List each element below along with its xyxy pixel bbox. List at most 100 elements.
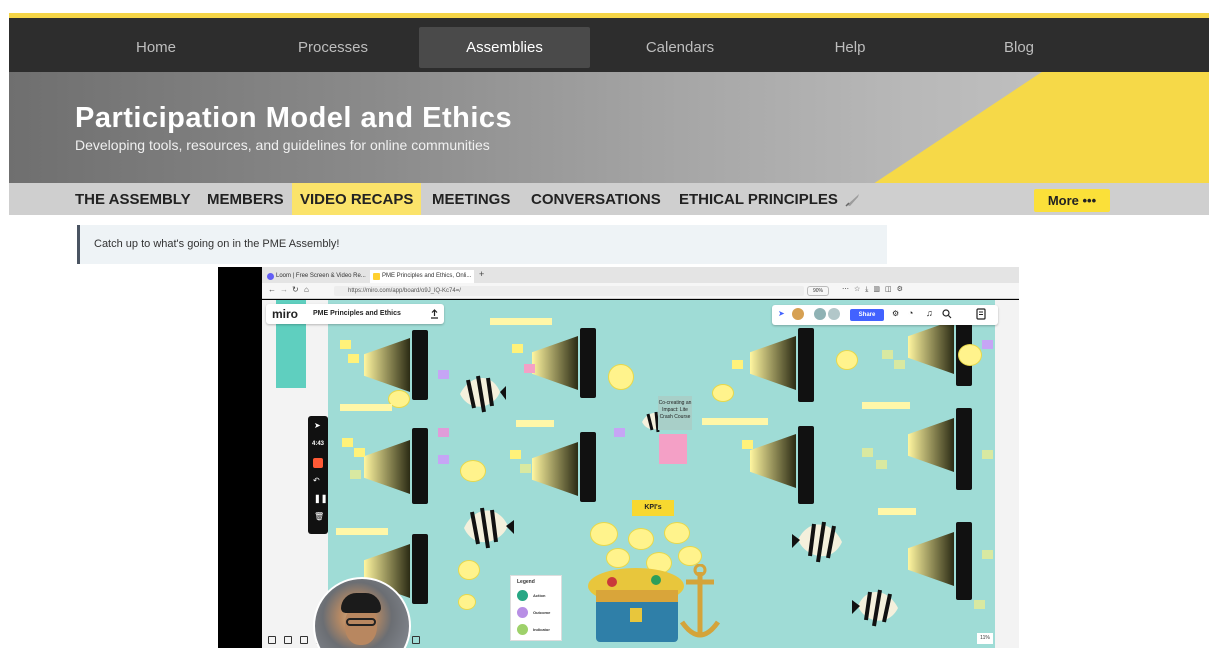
angelfish-illustration <box>464 507 514 549</box>
board-label <box>516 420 554 427</box>
page-subtitle: Developing tools, resources, and guideli… <box>75 137 490 153</box>
back-icon[interactable]: ← <box>268 285 276 294</box>
nav-calendars[interactable]: Calendars <box>629 27 731 68</box>
tab-ethical-principles[interactable]: ETHICAL PRINCIPLES <box>671 183 869 215</box>
board-label <box>340 404 392 411</box>
url-input[interactable]: https://miro.com/app/board/o9J_lQ-Kc74=/ <box>334 286 804 296</box>
trash-icon[interactable]: 🗑 <box>314 512 324 521</box>
tab-ethical-principles-label: ETHICAL PRINCIPLES <box>679 191 838 208</box>
impact-funnel <box>532 336 578 390</box>
legend-dot-indicator <box>517 624 528 635</box>
board-right-panel <box>995 300 1019 648</box>
reload-icon[interactable]: ↻ <box>292 285 299 294</box>
tab-meetings[interactable]: MEETINGS <box>424 183 518 215</box>
sticky-note <box>510 450 521 459</box>
presenter-hair <box>341 593 381 613</box>
chat-tool-icon[interactable] <box>300 636 308 644</box>
sticky-note <box>982 340 993 349</box>
cursor-icon[interactable]: ➤ <box>778 309 785 318</box>
undo-icon[interactable]: ↶ <box>313 476 320 485</box>
miro-collab-toolbar: ➤ Share ⚙ ◔ ♫ <box>772 305 998 325</box>
legend-title: Legend <box>517 579 535 585</box>
settings-icon[interactable]: ⚙ <box>892 309 899 318</box>
page-title: Participation Model and Ethics <box>75 102 513 134</box>
miro-board[interactable]: KPI's Co-creating an Impact: Lite Crash … <box>262 300 1019 648</box>
video-recap-player[interactable]: Loom | Free Screen & Video Re... PME Pri… <box>218 267 1019 648</box>
comment-tool-icon[interactable] <box>284 636 292 644</box>
new-tab-icon[interactable]: + <box>479 269 484 279</box>
treasure-chest-illustration <box>588 564 721 642</box>
impact-funnel <box>908 532 954 586</box>
nav-processes[interactable]: Processes <box>275 27 391 68</box>
sticky-note <box>340 340 351 349</box>
board-label <box>862 402 910 409</box>
impact-column <box>798 328 814 402</box>
avatar[interactable] <box>792 308 804 320</box>
nav-assemblies[interactable]: Assemblies <box>419 27 590 68</box>
browser-tab-loom[interactable]: Loom | Free Screen & Video Re... <box>264 270 368 283</box>
bell-icon[interactable]: ♫ <box>926 308 933 318</box>
pause-icon[interactable]: ❚❚ <box>314 494 327 503</box>
browser-tab-miro[interactable]: PME Principles and Ethics, Onli... <box>370 270 474 283</box>
browser-tab-strip: Loom | Free Screen & Video Re... PME Pri… <box>262 267 1019 283</box>
stop-recording-button[interactable] <box>313 458 323 468</box>
share-button[interactable]: Share <box>850 309 884 321</box>
impact-column <box>412 428 428 504</box>
legend-dot-outcome <box>517 607 528 618</box>
more-button[interactable]: More ••• <box>1034 189 1110 212</box>
nav-home[interactable]: Home <box>105 27 207 68</box>
browser-tab-label: Loom | Free Screen & Video Re... <box>276 273 366 279</box>
tab-the-assembly[interactable]: THE ASSEMBLY <box>67 183 199 215</box>
impact-funnel <box>750 336 796 390</box>
indicator-bubble <box>664 522 690 544</box>
miro-logo[interactable]: miro <box>272 307 298 321</box>
board-legend: Legend Action Outcome Indicator <box>510 575 562 641</box>
search-icon[interactable] <box>942 309 952 319</box>
nav-help[interactable]: Help <box>799 27 901 68</box>
sticky-note <box>974 600 985 609</box>
notes-icon[interactable] <box>976 308 986 320</box>
impact-column <box>956 408 972 490</box>
impact-funnel <box>364 440 410 494</box>
sticky-note <box>659 434 687 464</box>
sticky-note <box>524 364 535 373</box>
board-label <box>878 508 916 515</box>
notification-icon[interactable]: ◔ <box>908 308 913 318</box>
impact-funnel <box>908 320 954 374</box>
angelfish-illustration <box>460 375 506 413</box>
avatar[interactable] <box>814 308 826 320</box>
forward-icon[interactable]: → <box>280 285 288 294</box>
sticky-note <box>732 360 743 369</box>
home-icon[interactable]: ⌂ <box>304 285 309 294</box>
sticky-note <box>512 344 523 353</box>
frame-tool-icon[interactable] <box>268 636 276 644</box>
board-zoom-level[interactable]: 11% <box>977 633 993 644</box>
indicator-bubble <box>590 522 618 546</box>
sticky-note <box>348 354 359 363</box>
indicator-bubble <box>458 594 476 610</box>
impact-funnel <box>532 442 578 496</box>
indicator-bubble <box>836 350 858 370</box>
nav-blog[interactable]: Blog <box>968 27 1070 68</box>
avatar[interactable] <box>828 308 840 320</box>
browser-tab-label: PME Principles and Ethics, Onli... <box>382 273 472 279</box>
legend-label: Outcome <box>533 610 551 615</box>
tab-video-recaps[interactable]: VIDEO RECAPS <box>292 183 422 215</box>
vote-tool-icon[interactable] <box>412 636 420 644</box>
angelfish-illustration <box>792 521 842 563</box>
loom-icon <box>267 273 274 280</box>
browser-toolbar-icons: ⋯☆⤓▥◫⚙ <box>842 286 908 293</box>
kpi-label: KPI's <box>632 500 674 516</box>
tab-members[interactable]: MEMBERS <box>199 183 292 215</box>
indicator-bubble <box>458 560 480 580</box>
sticky-note <box>876 460 887 469</box>
miro-icon <box>373 273 380 280</box>
sticky-note <box>894 360 905 369</box>
browser-address-bar: ← → ↻ ⌂ https://miro.com/app/board/o9J_l… <box>262 283 1019 299</box>
upload-icon[interactable] <box>430 309 439 319</box>
indicator-bubble <box>712 384 734 402</box>
pointer-icon[interactable]: ➤ <box>314 421 321 430</box>
top-navigation: Home Processes Assemblies Calendars Help… <box>9 13 1209 72</box>
board-title[interactable]: PME Principles and Ethics <box>313 310 401 317</box>
tab-conversations[interactable]: CONVERSATIONS <box>523 183 669 215</box>
